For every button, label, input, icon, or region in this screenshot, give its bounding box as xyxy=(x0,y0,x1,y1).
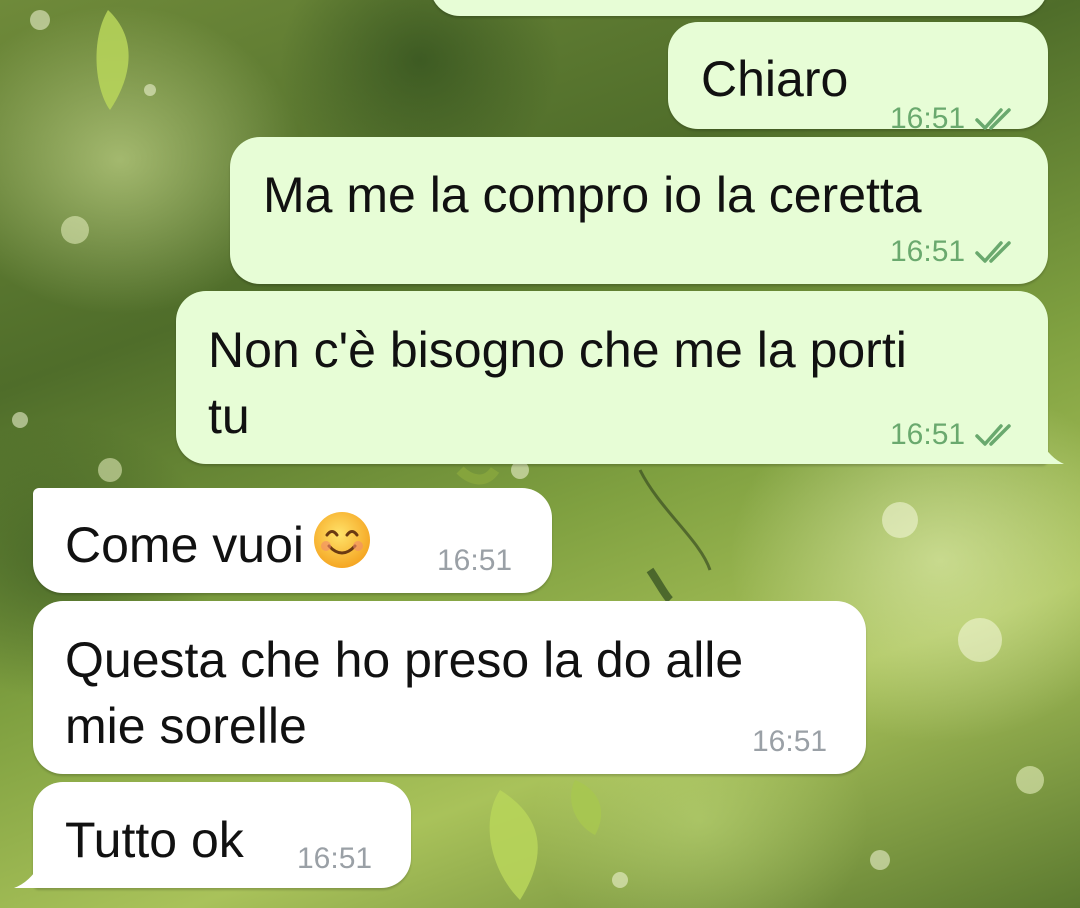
message-time: 16:51 xyxy=(437,544,513,577)
message-bubble-outgoing[interactable] xyxy=(430,0,1048,16)
message-text: Come vuoi xyxy=(65,510,372,577)
message-text: mie sorelle xyxy=(65,698,307,754)
message-meta: 16:51 xyxy=(890,235,1019,269)
message-time: 16:51 xyxy=(890,418,966,451)
message-time: 16:51 xyxy=(890,235,966,268)
read-double-check-icon xyxy=(975,422,1019,448)
message-bubble-outgoing[interactable]: Chiaro 16:51 xyxy=(668,22,1048,135)
message-text: tu xyxy=(208,388,250,444)
message-text: Non c'è bisogno che me la porti xyxy=(208,322,907,378)
message-bubble-outgoing[interactable]: Non c'è bisogno che me la porti tu 16:51 xyxy=(176,291,1048,464)
message-bubble-incoming[interactable]: Come vuoi 16:51 xyxy=(33,488,552,593)
message-bubble-outgoing[interactable]: Ma me la compro io la ceretta 16:51 xyxy=(230,137,1048,284)
smiling-face-emoji xyxy=(314,512,370,568)
message-time: 16:51 xyxy=(752,725,828,758)
message-time: 16:51 xyxy=(890,102,966,135)
incoming-bubble-tail xyxy=(14,864,40,888)
message-bubble-incoming[interactable]: Tutto ok 16:51 xyxy=(33,782,411,888)
message-bubble-incoming[interactable]: Questa che ho preso la do alle mie sorel… xyxy=(33,601,866,774)
message-meta: 16:51 xyxy=(890,418,1019,452)
message-text: Chiaro xyxy=(701,51,849,107)
read-double-check-icon xyxy=(975,239,1019,265)
read-double-check-icon xyxy=(975,106,1019,132)
message-text: Tutto ok xyxy=(65,812,244,868)
outgoing-bubble-tail xyxy=(1040,440,1064,464)
message-time: 16:51 xyxy=(297,842,373,875)
message-meta: 16:51 xyxy=(890,102,1019,136)
message-text: Ma me la compro io la ceretta xyxy=(263,167,922,223)
message-text: Questa che ho preso la do alle xyxy=(65,632,744,688)
